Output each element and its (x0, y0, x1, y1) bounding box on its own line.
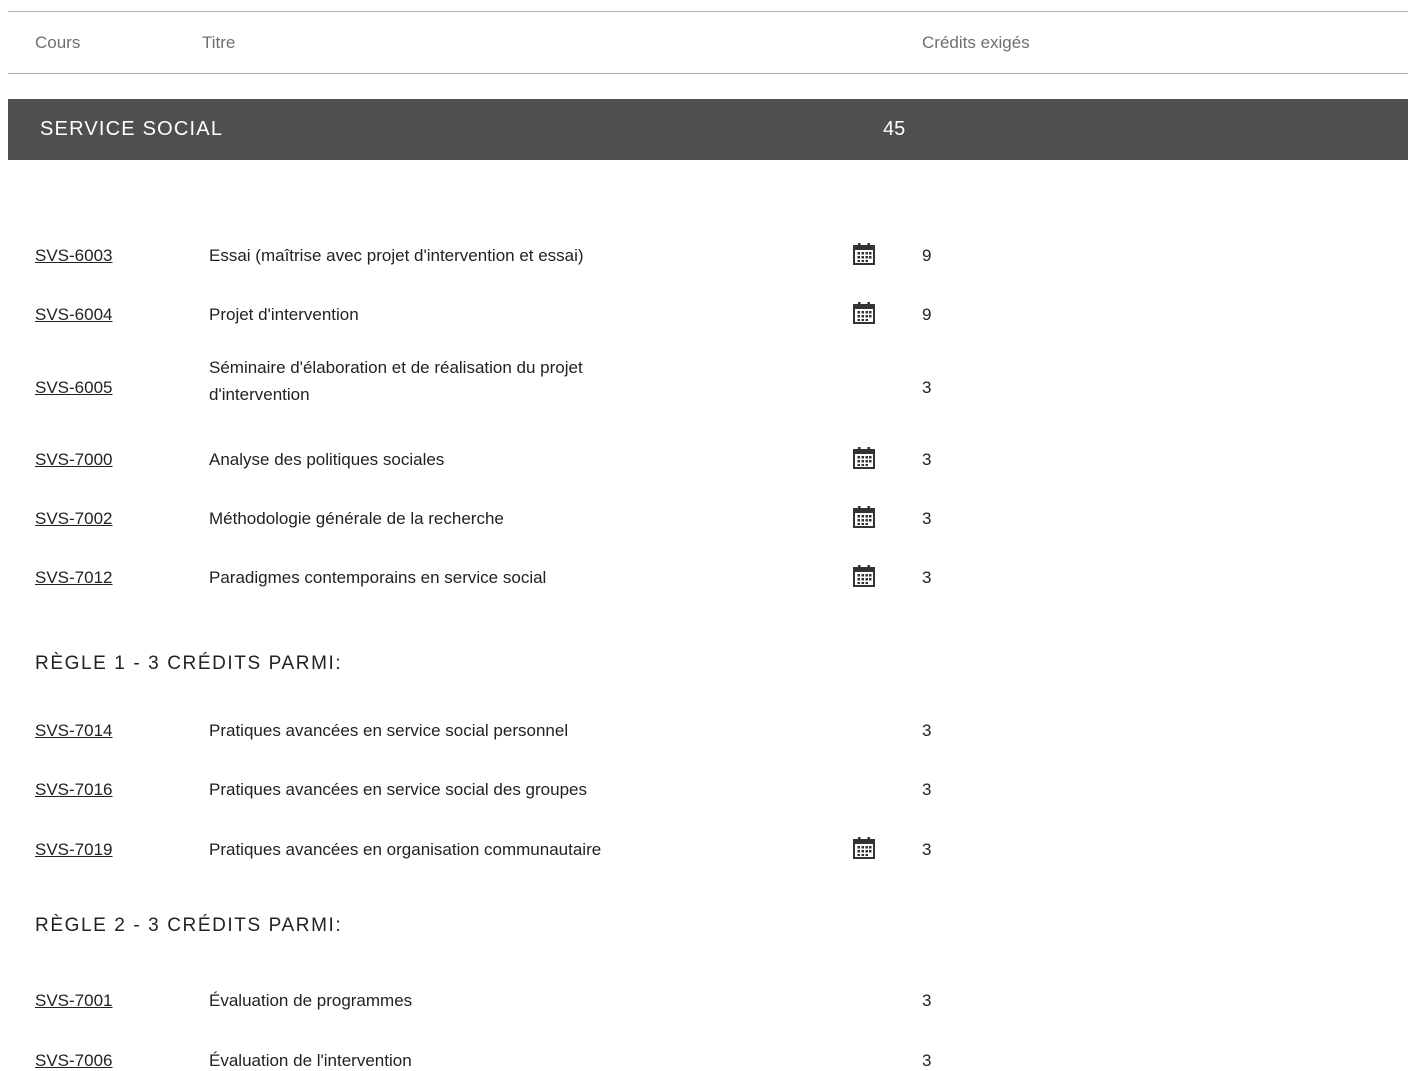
course-credits: 3 (922, 721, 932, 740)
course-credits: 9 (922, 305, 932, 324)
course-code-link[interactable]: SVS-7014 (35, 721, 113, 741)
calendar-icon[interactable] (851, 563, 877, 589)
course-title: Méthodologie générale de la recherche (209, 509, 504, 528)
course-row: SVS-6003 Essai (maîtrise avec projet d'i… (0, 236, 1408, 276)
course-title: Séminaire d'élaboration et de réalisatio… (209, 358, 583, 404)
course-credits: 3 (922, 780, 932, 799)
header-titre: Titre (202, 33, 236, 52)
calendar-icon[interactable] (851, 241, 877, 267)
course-credits: 9 (922, 246, 932, 265)
course-title: Pratiques avancées en organisation commu… (209, 840, 602, 859)
course-credits: 3 (922, 509, 932, 528)
course-title: Pratiques avancées en service social per… (209, 721, 569, 740)
course-credits: 3 (922, 450, 932, 469)
calendar-icon[interactable] (851, 445, 877, 471)
course-credits: 3 (922, 840, 932, 859)
column-header: Cours Titre Crédits exigés (8, 11, 1408, 74)
course-code-link[interactable]: SVS-7006 (35, 1051, 113, 1071)
course-row: SVS-7012 Paradigmes contemporains en ser… (0, 558, 1408, 598)
course-row: SVS-7016 Pratiques avancées en service s… (0, 770, 1408, 810)
course-credits: 3 (922, 378, 932, 397)
course-credits: 3 (922, 568, 932, 587)
section-title: SERVICE SOCIAL (40, 118, 224, 140)
course-row: SVS-7001 Évaluation de programmes 3 (0, 981, 1408, 1021)
course-code-link[interactable]: SVS-7002 (35, 509, 113, 529)
course-row: SVS-6005 Séminaire d'élaboration et de r… (0, 358, 1408, 408)
course-title: Analyse des politiques sociales (209, 450, 445, 469)
course-credits: 3 (922, 1051, 932, 1070)
course-title: Évaluation de programmes (209, 991, 413, 1010)
course-title: Pratiques avancées en service social des… (209, 780, 587, 799)
course-code-link[interactable]: SVS-7000 (35, 450, 113, 470)
course-title: Évaluation de l'intervention (209, 1051, 412, 1070)
section-credits: 45 (883, 118, 906, 140)
calendar-icon[interactable] (851, 504, 877, 530)
calendar-icon[interactable] (851, 835, 877, 861)
course-code-link[interactable]: SVS-7001 (35, 991, 113, 1011)
section-banner: SERVICE SOCIAL 45 (8, 99, 1408, 160)
rule-heading: RÈGLE 1 - 3 CRÉDITS PARMI: (35, 653, 343, 674)
course-list-page: Cours Titre Crédits exigés SERVICE SOCIA… (0, 0, 1408, 1071)
course-code-link[interactable]: SVS-6003 (35, 246, 113, 266)
course-title: Projet d'intervention (209, 305, 359, 324)
course-code-link[interactable]: SVS-7012 (35, 568, 113, 588)
header-cours: Cours (35, 33, 81, 52)
course-code-link[interactable]: SVS-7019 (35, 840, 113, 860)
course-code-link[interactable]: SVS-7016 (35, 780, 113, 800)
course-code-link[interactable]: SVS-6004 (35, 305, 113, 325)
course-credits: 3 (922, 991, 932, 1010)
course-row: SVS-7006 Évaluation de l'intervention 3 (0, 1041, 1408, 1071)
course-row: SVS-7000 Analyse des politiques sociales… (0, 440, 1408, 480)
rule-heading: RÈGLE 2 - 3 CRÉDITS PARMI: (35, 915, 343, 936)
course-row: SVS-7019 Pratiques avancées en organisat… (0, 830, 1408, 870)
course-row: SVS-7014 Pratiques avancées en service s… (0, 711, 1408, 751)
course-row: SVS-7002 Méthodologie générale de la rec… (0, 499, 1408, 539)
course-row: SVS-6004 Projet d'intervention 9 (0, 295, 1408, 335)
calendar-icon[interactable] (851, 300, 877, 326)
header-credits: Crédits exigés (922, 33, 1030, 52)
course-code-link[interactable]: SVS-6005 (35, 378, 113, 398)
course-title: Essai (maîtrise avec projet d'interventi… (209, 246, 584, 265)
course-title: Paradigmes contemporains en service soci… (209, 568, 547, 587)
